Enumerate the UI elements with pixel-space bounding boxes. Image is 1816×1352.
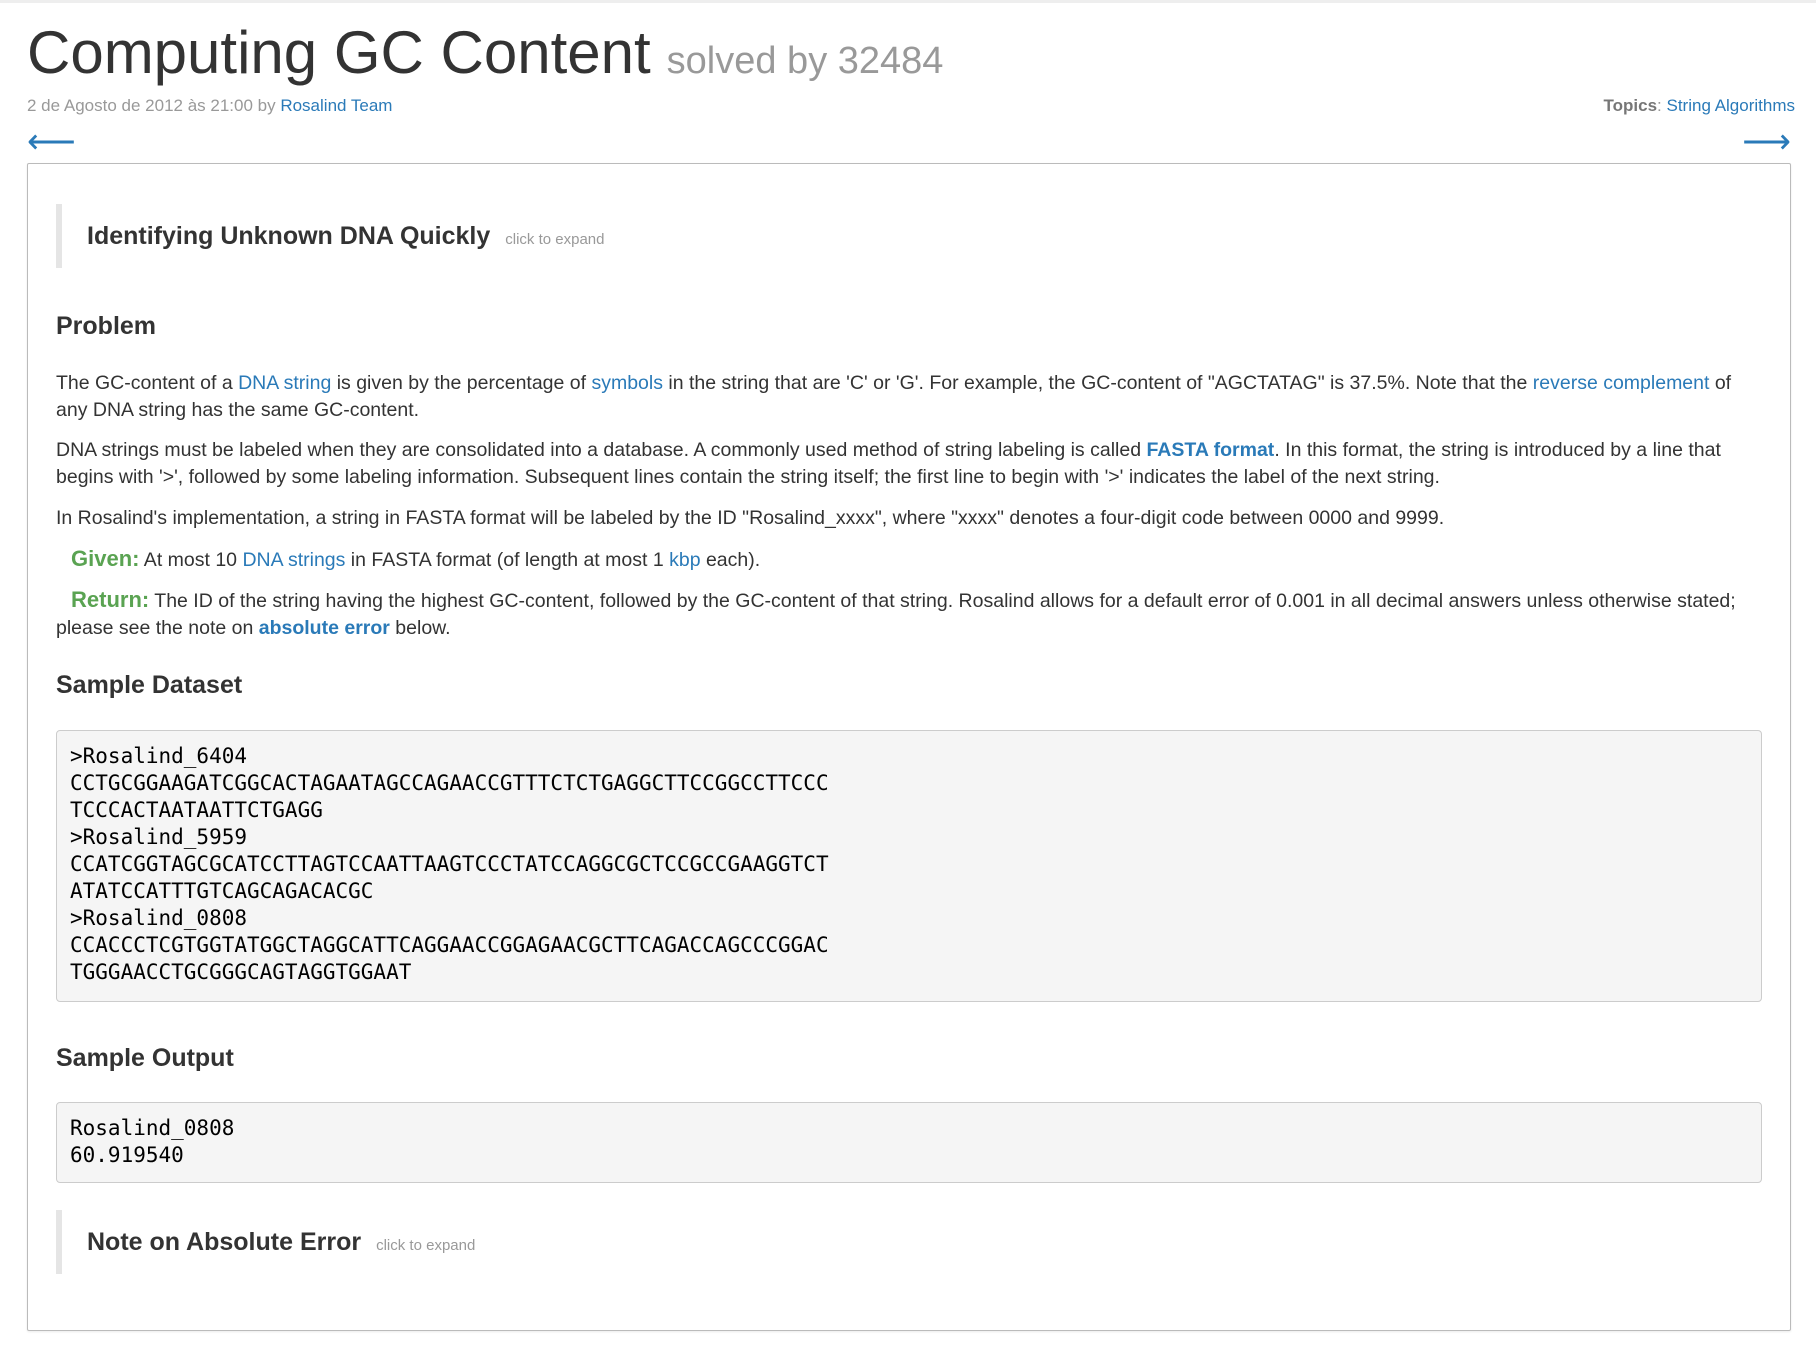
symbols-link[interactable]: symbols (591, 372, 663, 394)
note-expand-hint: click to expand (376, 1236, 476, 1254)
note-title: Note on Absolute Error (87, 1227, 362, 1256)
author-link[interactable]: Rosalind Team (280, 96, 392, 115)
next-problem-arrow-icon[interactable]: ⟶ (1742, 125, 1791, 159)
meta-row: 2 de Agosto de 2012 às 21:00 by Rosalind… (27, 96, 1795, 116)
dna-string-link[interactable]: DNA string (238, 372, 331, 394)
top-border (0, 0, 1816, 3)
topics-label: Topics (1603, 96, 1658, 115)
fasta-format-link[interactable]: FASTA format (1146, 439, 1274, 461)
given-label: Given: (71, 546, 140, 571)
problem-heading: Problem (56, 312, 157, 340)
publish-date: 2 de Agosto de 2012 às 21:00 by (27, 96, 276, 115)
topics-separator: : (1657, 96, 1662, 115)
absolute-error-link[interactable]: absolute error (259, 617, 390, 639)
return-paragraph: Return: The ID of the string having the … (56, 586, 1766, 642)
p2-text-1: DNA strings must be labeled when they ar… (56, 439, 1147, 461)
sample-output-code[interactable]: Rosalind_0808 60.919540 (56, 1102, 1762, 1183)
p1-text-1: The GC-content of a (56, 372, 239, 394)
given-text-3: each). (700, 549, 761, 571)
sample-dataset-code[interactable]: >Rosalind_6404 CCTGCGGAAGATCGGCACTAGAATA… (56, 730, 1762, 1002)
dna-strings-link[interactable]: DNA strings (242, 549, 345, 571)
topics: Topics: String Algorithms (1604, 96, 1796, 116)
absolute-error-note-toggle[interactable]: Note on Absolute Error click to expand (56, 1210, 1656, 1274)
p1-text-3: in the string that are 'C' or 'G'. For e… (663, 372, 1533, 394)
solved-count: solved by 32484 (666, 40, 944, 82)
kbp-link[interactable]: kbp (669, 549, 700, 571)
intro-collapse-toggle[interactable]: Identifying Unknown DNA Quickly click to… (56, 204, 1656, 268)
intro-expand-hint: click to expand (505, 230, 605, 248)
problem-paragraph-1: The GC-content of a DNA string is given … (56, 370, 1766, 424)
reverse-complement-link[interactable]: reverse complement (1533, 372, 1710, 394)
prev-problem-arrow-icon[interactable]: ⟵ (27, 125, 76, 159)
problem-paragraph-3: In Rosalind's implementation, a string i… (56, 507, 1445, 529)
return-label: Return: (71, 587, 150, 612)
sample-output-heading: Sample Output (56, 1044, 234, 1072)
given-text-2: in FASTA format (of length at most 1 (345, 549, 670, 571)
return-text-2: below. (389, 617, 451, 639)
given-text-1: At most 10 (139, 549, 243, 571)
publish-info: 2 de Agosto de 2012 às 21:00 by Rosalind… (27, 96, 392, 116)
intro-title: Identifying Unknown DNA Quickly (87, 221, 491, 250)
p1-text-2: is given by the percentage of (331, 372, 592, 394)
sample-dataset-heading: Sample Dataset (56, 671, 243, 699)
topic-link-string-algorithms[interactable]: String Algorithms (1667, 96, 1796, 115)
title-row: Computing GC Content solved by 32484 (27, 18, 1795, 88)
problem-header: Computing GC Content solved by 32484 2 d… (27, 18, 1795, 115)
problem-panel: Identifying Unknown DNA Quickly click to… (27, 163, 1791, 1331)
page-title: Computing GC Content (27, 19, 651, 86)
given-paragraph: Given: At most 10 DNA strings in FASTA f… (56, 545, 1766, 574)
problem-paragraph-2: DNA strings must be labeled when they ar… (56, 437, 1766, 491)
